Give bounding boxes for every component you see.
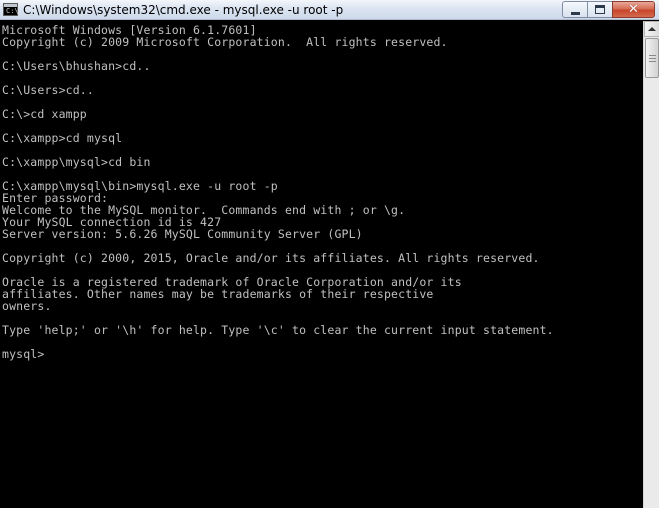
console-line: mysql> <box>2 347 45 361</box>
console-line: Copyright (c) 2009 Microsoft Corporation… <box>2 35 448 49</box>
console-line: C:\>cd xampp <box>2 107 87 121</box>
vertical-scrollbar[interactable] <box>643 21 659 508</box>
cmd-icon-text: C:\ <box>6 7 19 15</box>
minimize-button[interactable] <box>562 1 587 18</box>
window-title: C:\Windows\system32\cmd.exe - mysql.exe … <box>23 3 344 17</box>
close-icon: ✕ <box>628 2 639 17</box>
maximize-button[interactable] <box>587 1 612 18</box>
console-line: Type 'help;' or '\h' for help. Type '\c'… <box>2 323 554 337</box>
console-line: C:\Users>cd.. <box>2 83 94 97</box>
up-arrow-icon <box>648 27 656 31</box>
grip-icon <box>649 61 656 62</box>
console-line: owners. <box>2 299 52 313</box>
cmd-icon[interactable]: C:\ <box>3 3 19 16</box>
title-bar[interactable]: C:\ C:\Windows\system32\cmd.exe - mysql.… <box>0 0 659 20</box>
scrollbar-thumb[interactable] <box>645 38 659 78</box>
cmd-window: C:\ C:\Windows\system32\cmd.exe - mysql.… <box>0 0 659 508</box>
console-line: Copyright (c) 2000, 2015, Oracle and/or … <box>2 251 540 265</box>
close-button[interactable]: ✕ <box>612 1 655 18</box>
scroll-up-button[interactable] <box>644 21 659 37</box>
grip-icon <box>649 58 656 59</box>
grip-icon <box>649 55 656 56</box>
console-output[interactable]: Microsoft Windows [Version 6.1.7601] Copy… <box>0 21 643 508</box>
caption-buttons: ✕ <box>562 1 655 18</box>
minimize-icon <box>570 11 580 15</box>
console-line: C:\xampp>cd mysql <box>2 131 123 145</box>
console-line: C:\Users\bhushan>cd.. <box>2 59 151 73</box>
console-line: Server version: 5.6.26 MySQL Community S… <box>2 227 363 241</box>
console-line: affiliates. Other names may be trademark… <box>2 287 434 301</box>
console-line: C:\xampp\mysql>cd bin <box>2 155 151 169</box>
maximize-icon <box>595 5 605 14</box>
